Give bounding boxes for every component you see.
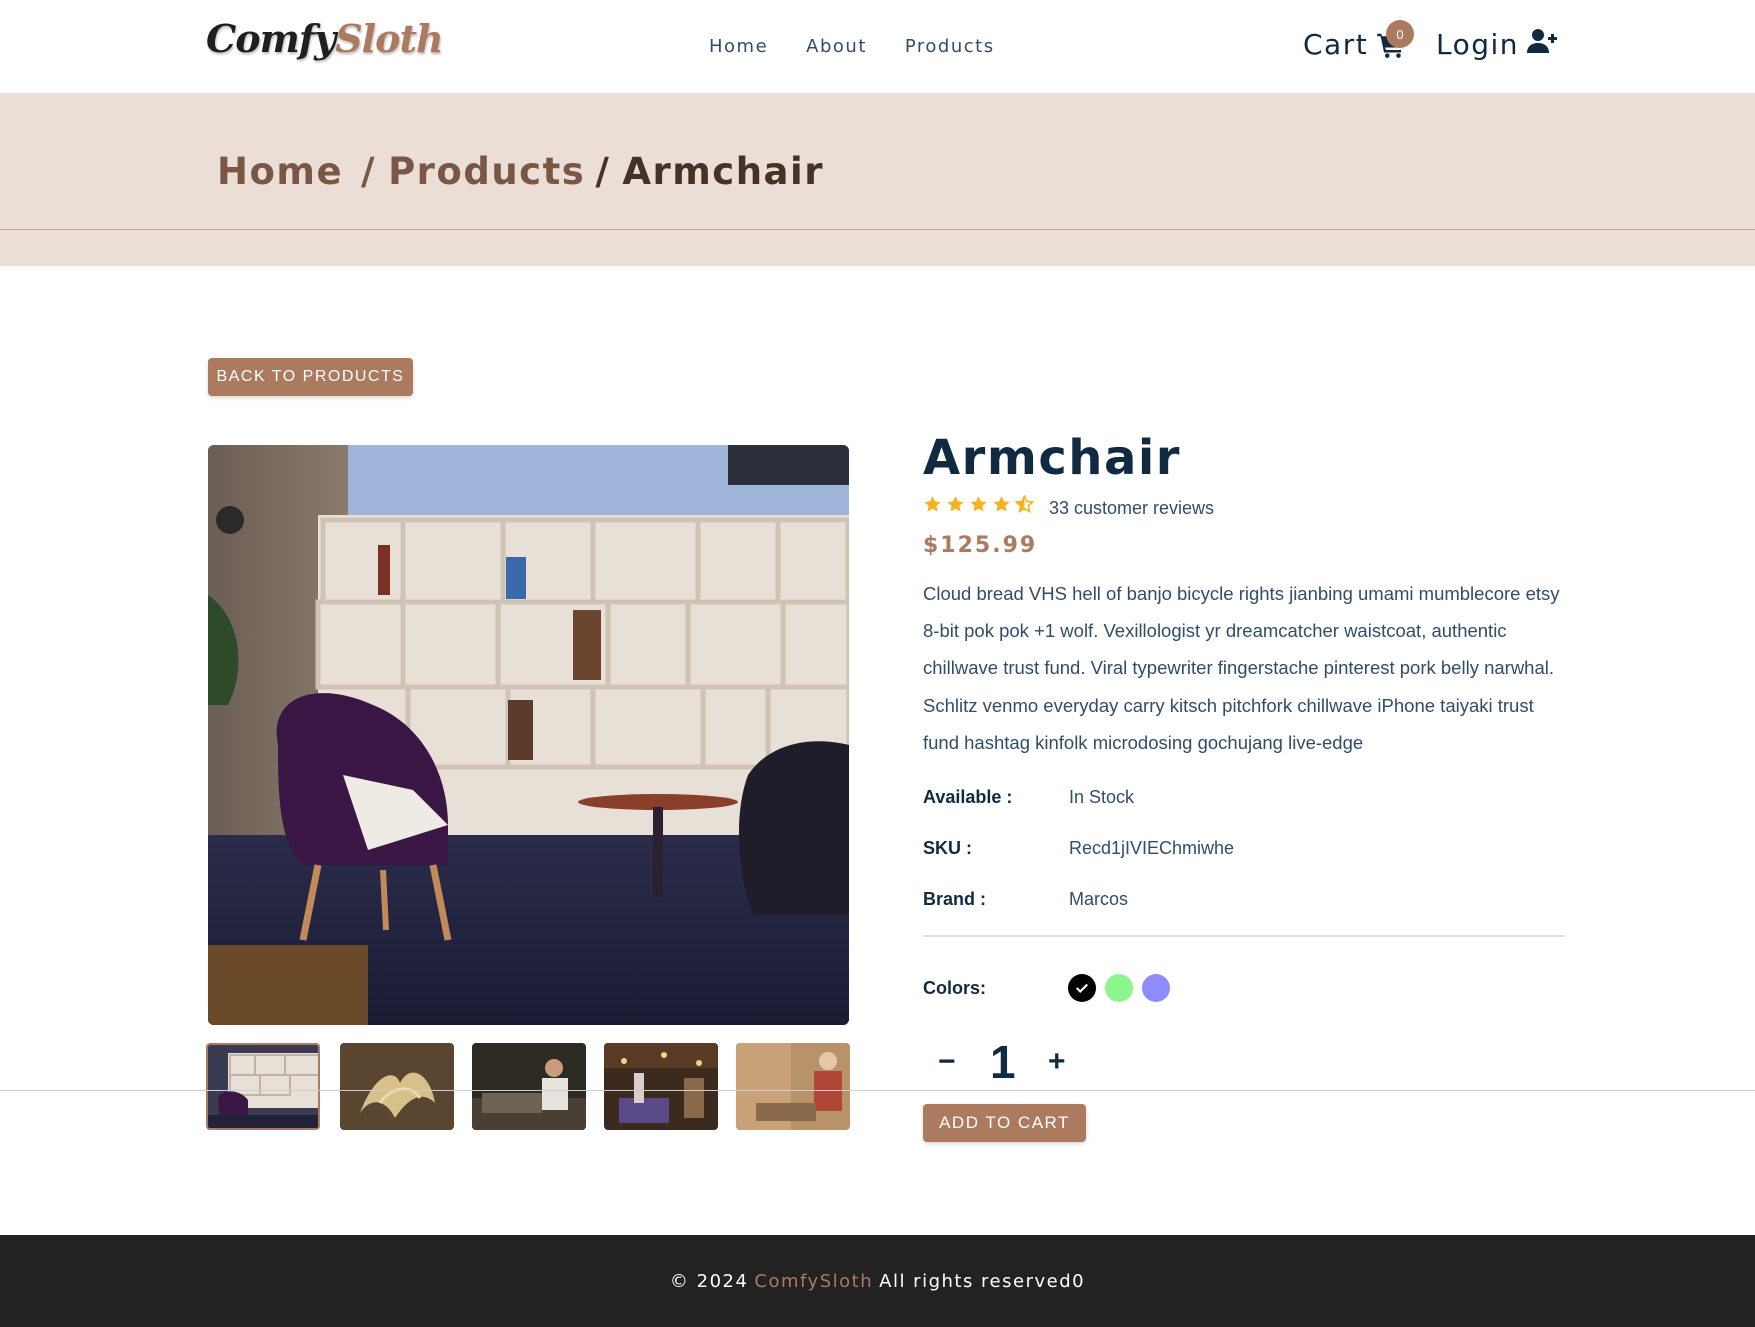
breadcrumb-separator: /: [595, 150, 611, 193]
breadcrumb-separator: /: [361, 150, 377, 193]
info-value: Recd1jIVIEChmiwhe: [1069, 838, 1235, 858]
footer-copyright: © 2024: [669, 1270, 749, 1292]
breadcrumb-current: Armchair: [622, 150, 824, 193]
gallery-thumbnail[interactable]: [340, 1043, 454, 1130]
cart-label: Cart: [1303, 28, 1369, 61]
gallery-thumbnail[interactable]: [604, 1043, 718, 1130]
nav-link-products[interactable]: Products: [905, 36, 995, 57]
cart-count-badge: 0: [1386, 20, 1414, 48]
color-swatch-black[interactable]: [1068, 974, 1096, 1002]
quantity-value: 1: [990, 1036, 1016, 1088]
product-gallery: [206, 1042, 851, 1132]
product-price: $125.99: [923, 533, 1038, 558]
user-plus-icon: [1519, 28, 1558, 61]
gallery-thumbnail[interactable]: [472, 1043, 586, 1130]
star-icon: [947, 496, 964, 512]
product-main-image: [208, 445, 849, 1025]
product-title: Armchair: [923, 430, 1181, 486]
info-label: Brand :: [923, 889, 986, 909]
color-swatch-blue[interactable]: [1142, 974, 1170, 1002]
decrease-quantity-button[interactable]: −: [938, 1045, 956, 1079]
login-button[interactable]: Login: [1436, 28, 1558, 61]
gallery-thumbnail[interactable]: [736, 1043, 850, 1130]
breadcrumb-products[interactable]: Products: [388, 150, 585, 193]
section-divider: [0, 1090, 1755, 1091]
back-to-products-button[interactable]: BACK TO PRODUCTS: [208, 358, 413, 396]
main-nav: Home About Products: [709, 36, 995, 57]
info-value: Marcos: [1069, 889, 1129, 909]
logo-text-primary: Comfy: [206, 16, 336, 61]
check-icon: [1076, 983, 1088, 993]
breadcrumb: Home / Products / Armchair: [217, 150, 824, 193]
product-description: Cloud bread VHS hell of banjo bicycle ri…: [923, 583, 1560, 753]
login-label: Login: [1436, 28, 1520, 61]
info-divider: [923, 935, 1565, 937]
gallery-thumbnail[interactable]: [206, 1043, 320, 1130]
star-icon: [970, 496, 987, 512]
nav-link-about[interactable]: About: [806, 36, 867, 57]
footer-brand: ComfySloth: [754, 1270, 874, 1292]
hero-divider: [0, 229, 1755, 230]
footer-rights: All rights reserved0: [879, 1270, 1086, 1292]
info-label: Available :: [923, 787, 1013, 807]
info-value: In Stock: [1069, 787, 1135, 807]
navbar: ComfySloth Home About Products Cart 0 Lo…: [0, 0, 1755, 93]
add-to-cart-button[interactable]: ADD TO CART: [923, 1104, 1086, 1142]
increase-quantity-button[interactable]: +: [1048, 1045, 1066, 1079]
info-label: SKU :: [923, 838, 972, 858]
review-count[interactable]: 33 customer reviews: [1049, 498, 1214, 519]
logo[interactable]: ComfySloth: [206, 16, 444, 61]
nav-link-home[interactable]: Home: [709, 36, 768, 57]
footer: © 2024 ComfySloth All rights reserved0: [0, 1235, 1755, 1327]
quantity-stepper: − 1 +: [938, 1035, 1078, 1093]
breadcrumb-home[interactable]: Home: [217, 150, 343, 193]
color-swatch-green[interactable]: [1105, 974, 1133, 1002]
star-half-icon: [1015, 495, 1034, 514]
star-icon: [924, 496, 941, 512]
star-icon: [993, 496, 1010, 512]
rating-stars: [923, 495, 1034, 514]
colors-label: Colors:: [923, 978, 986, 998]
logo-text-accent: Sloth: [335, 16, 443, 61]
